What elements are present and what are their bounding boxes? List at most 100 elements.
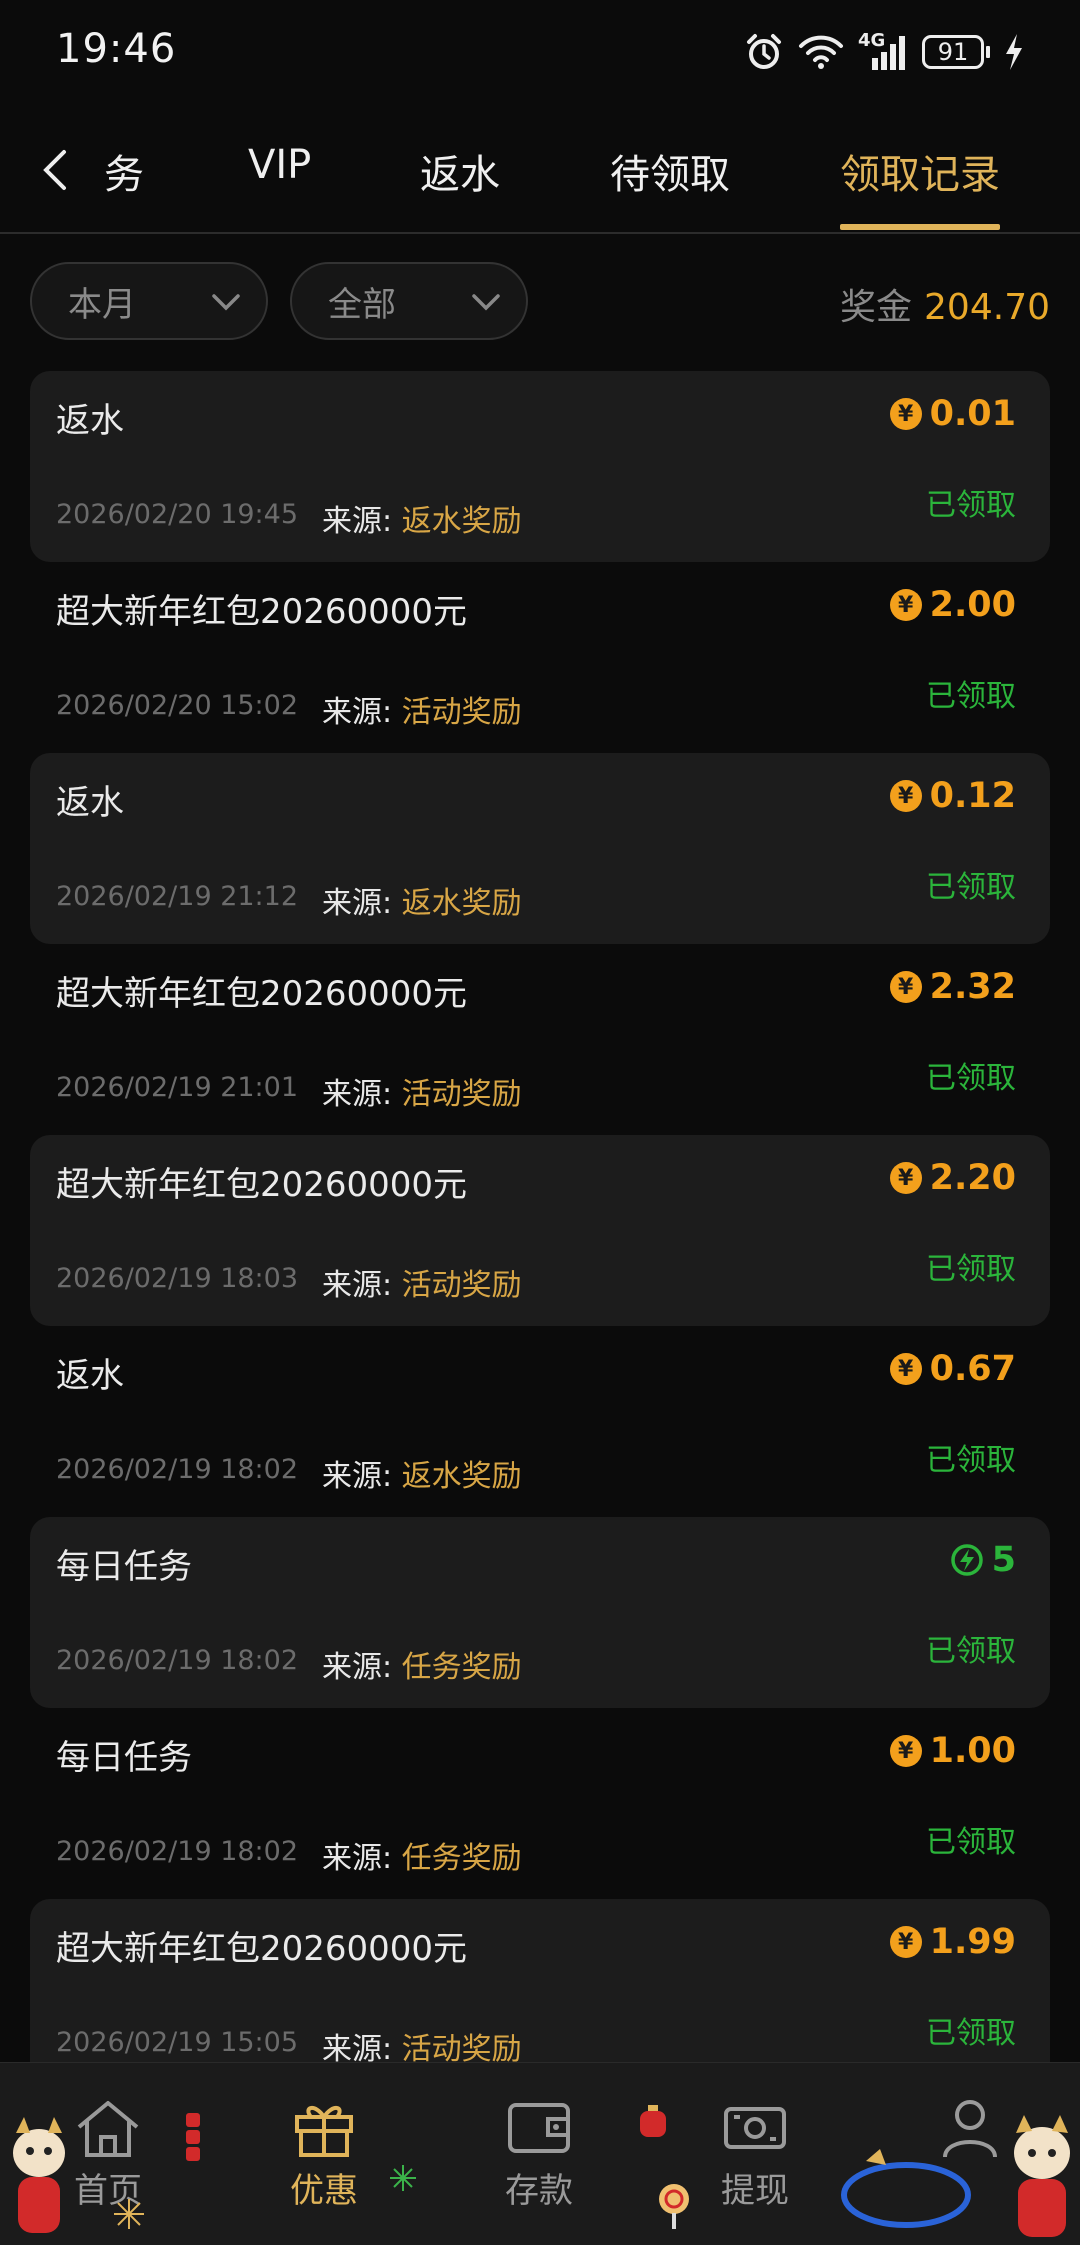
record-status: 已领取 bbox=[926, 1252, 1016, 1287]
record-date: 2026/02/19 18:02 bbox=[56, 1645, 299, 1676]
record-source-value: 返水奖励 bbox=[401, 504, 522, 539]
wallet-icon bbox=[508, 2103, 570, 2153]
tab-tasks[interactable]: 务 bbox=[104, 142, 144, 200]
record-source-label: 来源: bbox=[322, 1459, 393, 1494]
record-status: 已领取 bbox=[926, 1443, 1016, 1478]
record-date: 2026/02/19 15:05 bbox=[56, 2027, 299, 2058]
chevron-down-icon bbox=[472, 294, 500, 311]
record-date: 2026/02/19 18:02 bbox=[56, 1454, 299, 1485]
record-date: 2026/02/19 21:01 bbox=[56, 1072, 299, 1103]
category-filter[interactable]: 全部 bbox=[290, 262, 528, 340]
cash-icon bbox=[724, 2107, 786, 2149]
record-source-label: 来源: bbox=[322, 1650, 393, 1685]
record-amount-value: 0.12 bbox=[929, 776, 1016, 816]
coin-icon: ¥ bbox=[889, 589, 922, 621]
record-status: 已领取 bbox=[926, 1634, 1016, 1669]
record-amount: 5 bbox=[950, 1539, 1016, 1581]
record-amount: ¥2.20 bbox=[889, 1157, 1016, 1199]
record-status: 已领取 bbox=[926, 488, 1016, 523]
status-icons: 4G 91 bbox=[744, 30, 1024, 74]
back-button[interactable] bbox=[30, 140, 80, 200]
record-source: 来源: 活动奖励 bbox=[322, 1260, 522, 1304]
record-source: 来源: 任务奖励 bbox=[322, 1833, 522, 1877]
nav-deposit[interactable]: 存款 bbox=[479, 2097, 599, 2212]
record-date: 2026/02/20 19:45 bbox=[56, 499, 299, 530]
chevron-down-icon bbox=[212, 294, 240, 311]
record-amount: ¥2.00 bbox=[889, 584, 1016, 626]
record-source-value: 活动奖励 bbox=[401, 1268, 522, 1303]
record-amount-value: 5 bbox=[991, 1540, 1016, 1580]
record-source: 来源: 返水奖励 bbox=[322, 496, 522, 540]
sparkle-icon bbox=[114, 2199, 144, 2229]
nav-promotions[interactable]: 优惠 bbox=[264, 2097, 384, 2212]
record-status: 已领取 bbox=[926, 1825, 1016, 1860]
record-source-value: 活动奖励 bbox=[401, 1077, 522, 1112]
tab-rebate[interactable]: 返水 bbox=[420, 142, 500, 200]
record-status: 已领取 bbox=[926, 679, 1016, 714]
record-amount-value: 2.20 bbox=[929, 1158, 1016, 1198]
record-row: 返水 ¥0.01 2026/02/20 19:45 来源: 返水奖励 已领取 bbox=[30, 371, 1050, 562]
active-tab-indicator bbox=[840, 224, 1000, 230]
coin-icon: ¥ bbox=[889, 1353, 922, 1385]
record-title: 超大新年红包20260000元 bbox=[56, 974, 468, 1014]
record-row: 返水 ¥0.67 2026/02/19 18:02 来源: 返水奖励 已领取 bbox=[30, 1326, 1050, 1517]
record-amount: ¥0.67 bbox=[889, 1348, 1016, 1390]
coin-icon: ¥ bbox=[889, 398, 922, 430]
nav-withdraw[interactable]: 提现 bbox=[695, 2097, 815, 2212]
record-amount: ¥0.01 bbox=[889, 393, 1016, 435]
record-source-label: 来源: bbox=[322, 1268, 393, 1303]
bonus-value: 204.70 bbox=[924, 287, 1050, 328]
nav-promotions-label: 优惠 bbox=[290, 2171, 358, 2211]
record-title: 每日任务 bbox=[56, 1547, 192, 1587]
record-title: 返水 bbox=[56, 783, 124, 823]
coin-icon: ¥ bbox=[889, 1735, 922, 1767]
record-title: 返水 bbox=[56, 401, 124, 441]
gift-icon bbox=[295, 2106, 353, 2157]
record-amount-value: 2.32 bbox=[929, 967, 1016, 1007]
record-amount-value: 0.67 bbox=[929, 1349, 1016, 1389]
record-row: 每日任务 ¥1.00 2026/02/19 18:02 来源: 任务奖励 已领取 bbox=[30, 1708, 1050, 1899]
lollipop-icon bbox=[659, 2184, 689, 2229]
record-date: 2026/02/19 18:03 bbox=[56, 1263, 299, 1294]
status-time: 19:46 bbox=[56, 26, 177, 72]
record-amount-value: 1.99 bbox=[929, 1922, 1016, 1962]
record-title: 超大新年红包20260000元 bbox=[56, 1929, 468, 1969]
tab-bar: 务 VIP 返水 待领取 领取记录 bbox=[0, 130, 1080, 234]
record-source: 来源: 活动奖励 bbox=[322, 687, 522, 731]
record-status: 已领取 bbox=[926, 1061, 1016, 1096]
record-amount: ¥1.00 bbox=[889, 1730, 1016, 1772]
coin-icon: ¥ bbox=[889, 1162, 922, 1194]
record-title: 返水 bbox=[56, 1356, 124, 1396]
lantern-icon bbox=[640, 2105, 666, 2137]
tab-vip[interactable]: VIP bbox=[248, 142, 311, 188]
record-source-value: 任务奖励 bbox=[401, 1841, 522, 1876]
chevron-left-icon bbox=[43, 150, 66, 190]
category-filter-value: 全部 bbox=[328, 284, 396, 325]
record-title: 超大新年红包20260000元 bbox=[56, 592, 468, 632]
record-source-value: 任务奖励 bbox=[401, 1650, 522, 1685]
record-row: 返水 ¥0.12 2026/02/19 21:12 来源: 返水奖励 已领取 bbox=[30, 753, 1050, 944]
record-status: 已领取 bbox=[926, 2016, 1016, 2051]
tab-pending[interactable]: 待领取 bbox=[610, 142, 730, 200]
record-row: 超大新年红包20260000元 ¥2.20 2026/02/19 18:03 来源: … bbox=[30, 1135, 1050, 1326]
record-source-value: 返水奖励 bbox=[401, 886, 522, 921]
record-source-label: 来源: bbox=[322, 1077, 393, 1112]
record-amount: ¥1.99 bbox=[889, 1921, 1016, 1963]
record-amount-value: 2.00 bbox=[929, 585, 1016, 625]
record-row: 超大新年红包20260000元 ¥2.00 2026/02/20 15:02 来源: … bbox=[30, 562, 1050, 753]
period-filter[interactable]: 本月 bbox=[30, 262, 268, 340]
record-source-label: 来源: bbox=[322, 886, 393, 921]
record-source-label: 来源: bbox=[322, 504, 393, 539]
record-source: 来源: 任务奖励 bbox=[322, 1642, 522, 1686]
energy-icon bbox=[950, 1544, 983, 1576]
tab-claim-records[interactable]: 领取记录 bbox=[840, 142, 1000, 200]
firecracker-icon bbox=[186, 2113, 200, 2161]
record-date: 2026/02/19 18:02 bbox=[56, 1836, 299, 1867]
record-source-label: 来源: bbox=[322, 1841, 393, 1876]
record-amount: ¥0.12 bbox=[889, 775, 1016, 817]
status-bar: 19:46 4G 91 bbox=[0, 0, 1080, 100]
records-list: 返水 ¥0.01 2026/02/20 19:45 来源: 返水奖励 已领取 超大新年红包… bbox=[30, 371, 1050, 2090]
charging-icon bbox=[1006, 34, 1022, 70]
coin-icon: ¥ bbox=[889, 780, 922, 812]
record-date: 2026/02/20 15:02 bbox=[56, 690, 299, 721]
